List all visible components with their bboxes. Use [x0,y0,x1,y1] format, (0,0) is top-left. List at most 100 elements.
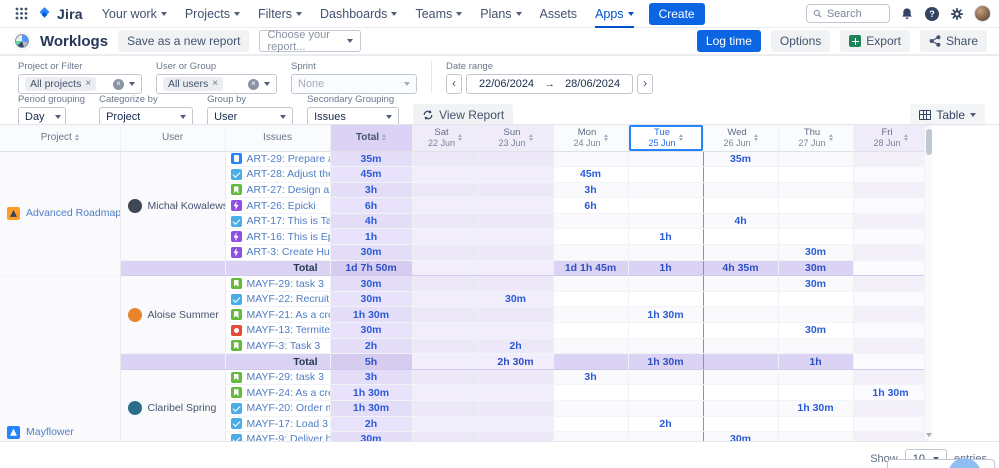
worklog-cell[interactable]: 1h 30m [853,385,928,401]
worklog-cell[interactable]: 30m [778,245,853,261]
sort-icon[interactable] [75,134,79,141]
worklog-cell[interactable]: 1h 30m [778,401,853,417]
worklog-cell[interactable]: 45m [553,167,628,183]
worklog-cell[interactable]: 30m [778,276,853,292]
project-link[interactable]: Advanced Roadmaps ... [26,207,120,219]
user-filter-control[interactable]: All users × × [156,74,277,94]
worklog-cell[interactable]: 2h [478,338,553,354]
issue-link[interactable]: ART-29: Prepare a tool ... [247,153,331,165]
sort-icon[interactable] [604,134,608,141]
date-from[interactable]: 22/06/2024 [479,78,534,90]
share-button[interactable]: Share [920,30,987,52]
day-header-wed[interactable]: Wed26 Jun [703,125,778,151]
column-header-user[interactable]: User [120,125,225,151]
nav-item-teams[interactable]: Teams [408,0,469,28]
day-header-thu[interactable]: Thu27 Jun [778,125,853,151]
sort-icon[interactable] [679,134,683,141]
project-link[interactable]: Mayflower [26,426,74,438]
nav-item-assets[interactable]: Assets [533,0,585,28]
sort-icon[interactable] [382,134,386,141]
worklog-cell[interactable]: 4h [703,213,778,229]
issue-link[interactable]: MAYF-9: Deliver high q... [247,433,331,442]
worklog-cell[interactable]: 6h [553,198,628,214]
issue-link[interactable]: ART-3: Create Hulk [247,246,331,258]
sprint-filter: Sprint None [291,61,417,94]
report-select[interactable]: Choose your report... [259,30,361,52]
view-mode-button[interactable]: Table [910,104,985,126]
log-time-button[interactable]: Log time [697,30,761,52]
worklog-cell[interactable]: 1h [628,229,703,245]
issue-link[interactable]: MAYF-3: Task 3 [247,340,321,352]
nav-item-filters[interactable]: Filters [251,0,309,28]
worklog-cell[interactable]: 3h [553,369,628,385]
scrollbar-thumb[interactable] [926,129,932,155]
sort-icon[interactable] [829,134,833,141]
worklog-cell[interactable]: 2h [628,416,703,432]
search-input[interactable] [827,8,883,20]
day-header-sun[interactable]: Sun23 Jun [478,125,553,151]
issue-link[interactable]: MAYF-22: Recruit needl... [247,293,331,305]
period-grouping: Period grouping Day [18,94,85,127]
issue-link[interactable]: ART-17: This is Task [247,215,331,227]
search-box[interactable] [806,4,890,23]
date-range-control[interactable]: 22/06/2024 → 28/06/2024 [466,74,633,94]
nav-item-projects[interactable]: Projects [178,0,247,28]
settings-gear-icon[interactable] [949,6,965,22]
sort-icon[interactable] [754,134,758,141]
remove-chip-icon[interactable]: × [85,79,91,89]
sort-icon[interactable] [529,134,533,141]
nav-item-your-work[interactable]: Your work [95,0,174,28]
user-avatar[interactable] [974,5,991,22]
worklog-cell [412,385,478,401]
total-row-label: Total [225,260,330,276]
issue-link[interactable]: MAYF-24: As a crew me... [247,387,331,399]
issue-link[interactable]: ART-26: Epicki [247,200,316,212]
worklog-cell[interactable]: 30m [478,291,553,307]
worklogs-app-page: Jira Your workProjectsFiltersDashboardsT… [0,0,999,468]
save-report-button[interactable]: Save as a new report [118,30,249,52]
day-header-tue[interactable]: Tue25 Jun [628,125,703,151]
scroll-down-icon[interactable] [926,433,932,437]
help-icon[interactable]: ? [924,6,940,22]
column-header-project[interactable]: Project [0,125,120,151]
sort-icon[interactable] [904,134,908,141]
notifications-icon[interactable] [899,6,915,22]
column-header-issues[interactable]: Issues [225,125,330,151]
nav-item-apps[interactable]: Apps [588,0,641,28]
issue-link[interactable]: ART-28: Adjust the colu... [247,168,331,180]
issue-link[interactable]: ART-16: This is Epic [247,231,331,243]
vertical-scrollbar[interactable] [924,127,932,439]
project-filter-control[interactable]: All projects × × [18,74,142,94]
jira-logo[interactable]: Jira [36,5,83,22]
options-button[interactable]: Options [771,30,830,52]
next-period-button[interactable]: › [637,74,653,94]
issue-link[interactable]: MAYF-29: task 3 [247,278,324,290]
column-header-total[interactable]: Total [330,125,412,151]
create-button[interactable]: Create [649,3,705,25]
nav-item-plans[interactable]: Plans [473,0,528,28]
worklog-cell[interactable]: 1h 30m [628,307,703,323]
nav-item-dashboards[interactable]: Dashboards [313,0,404,28]
remove-chip-icon[interactable]: × [212,79,218,89]
issue-link[interactable]: MAYF-21: As a crew me... [247,309,331,321]
issue-link[interactable]: MAYF-17: Load 3 barrel... [247,418,331,430]
date-to[interactable]: 28/06/2024 [565,78,620,90]
issue-link[interactable]: MAYF-20: Order materi... [247,402,331,414]
view-report-button[interactable]: View Report [413,104,513,126]
worklog-cell[interactable]: 30m [778,323,853,339]
worklog-cell[interactable]: 30m [703,432,778,442]
sort-icon[interactable] [458,134,462,141]
export-button[interactable]: Export [840,30,910,52]
day-header-sat[interactable]: Sat22 Jun [412,125,478,151]
issue-link[interactable]: MAYF-29: task 3 [247,371,324,383]
worklog-cell[interactable]: 35m [703,151,778,167]
clear-icon[interactable]: × [113,79,124,90]
app-switcher-icon[interactable] [10,3,32,25]
day-header-fri[interactable]: Fri28 Jun [853,125,928,151]
prev-period-button[interactable]: ‹ [446,74,462,94]
day-header-mon[interactable]: Mon24 Jun [553,125,628,151]
issue-link[interactable]: MAYF-13: Termites on ... [247,324,331,336]
clear-icon[interactable]: × [248,79,259,90]
issue-link[interactable]: ART-27: Design a story [247,184,331,196]
worklog-cell[interactable]: 3h [553,182,628,198]
